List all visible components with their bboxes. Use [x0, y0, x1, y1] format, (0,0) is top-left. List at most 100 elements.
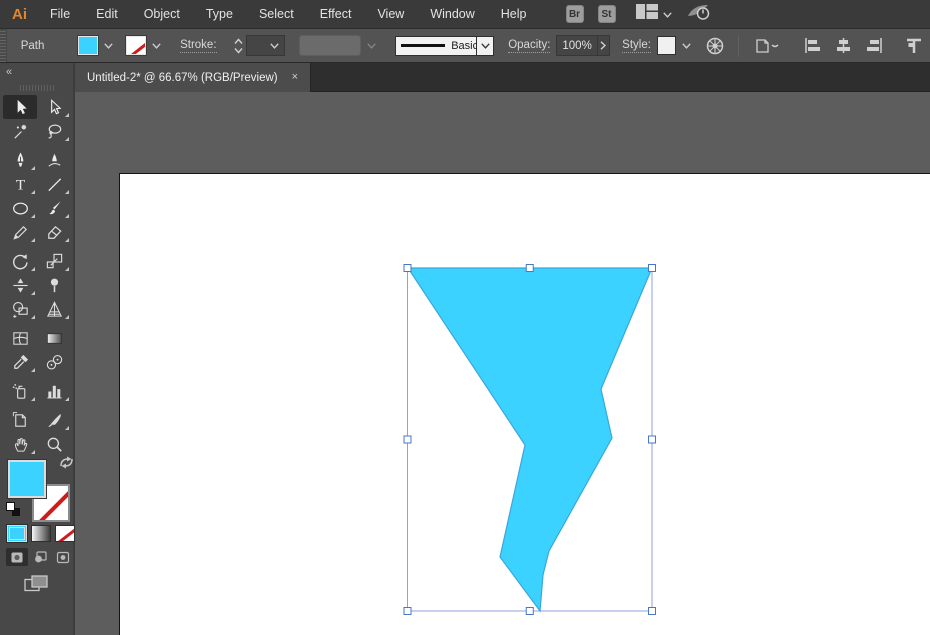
- selection-handle-n[interactable]: [525, 264, 534, 272]
- illustrator-logo: Ai: [12, 5, 27, 23]
- stroke-weight-stepper[interactable]: [233, 37, 244, 55]
- align-left-icon[interactable]: [797, 37, 828, 54]
- direct-selection-tool[interactable]: [37, 95, 71, 119]
- stroke-color-swatch[interactable]: [125, 35, 148, 56]
- shape-builder-tool[interactable]: [3, 297, 37, 321]
- line-segment-tool[interactable]: [37, 172, 71, 196]
- workspace-switcher[interactable]: [635, 4, 672, 24]
- menu-item-edit[interactable]: Edit: [83, 0, 131, 28]
- fill-color-swatch[interactable]: [77, 35, 100, 56]
- gpu-performance-icon[interactable]: [686, 2, 712, 26]
- gradient-button[interactable]: [31, 525, 51, 542]
- eraser-tool[interactable]: [37, 220, 71, 244]
- chevron-down-icon: [662, 5, 672, 23]
- collapse-panel-icon[interactable]: «: [6, 66, 12, 78]
- bridge-button[interactable]: Br: [565, 5, 584, 23]
- recolor-artwork-icon[interactable]: [698, 36, 732, 56]
- scale-tool[interactable]: [37, 249, 71, 273]
- opacity-panel-link[interactable]: Opacity:: [508, 39, 551, 53]
- pen-tool[interactable]: [3, 148, 37, 172]
- chevron-down-icon[interactable]: [477, 35, 495, 56]
- menubar-right-icons: Br St: [565, 2, 712, 26]
- gradient-tool[interactable]: [37, 326, 71, 350]
- stroke-panel-link[interactable]: Stroke:: [180, 39, 217, 53]
- paintbrush-tool[interactable]: [37, 196, 71, 220]
- artboard-tool[interactable]: [3, 408, 37, 432]
- illustrator-window: Ai File Edit Object Type Select Effect View Win…: [0, 0, 930, 635]
- selection-type-label: Path: [20, 39, 45, 52]
- width-profile-dropdown: [299, 35, 362, 56]
- draw-inside-button[interactable]: [52, 548, 74, 566]
- fill-chevron-icon[interactable]: [101, 41, 116, 51]
- draw-normal-button[interactable]: [6, 548, 28, 566]
- tab-close-icon[interactable]: ×: [292, 72, 298, 83]
- selection-handle-w[interactable]: [403, 435, 412, 444]
- menu-item-file[interactable]: File: [37, 0, 83, 28]
- selection-tool[interactable]: [3, 95, 37, 119]
- color-button[interactable]: [7, 525, 27, 542]
- draw-behind-button[interactable]: [29, 548, 51, 566]
- curvature-tool[interactable]: [37, 148, 71, 172]
- selection-handle-s[interactable]: [525, 607, 534, 615]
- zoom-tool[interactable]: [37, 432, 71, 456]
- canvas-area[interactable]: [75, 92, 930, 635]
- style-panel-link[interactable]: Style:: [622, 39, 651, 53]
- opacity-expand-button[interactable]: [597, 35, 611, 56]
- selection-handle-nw[interactable]: [403, 264, 412, 272]
- perspective-grid-tool[interactable]: [37, 297, 71, 321]
- opacity-input[interactable]: 100%: [556, 35, 598, 56]
- screen-mode-icon[interactable]: [24, 575, 48, 597]
- eyedropper-tool[interactable]: [3, 350, 37, 374]
- tool-group: [3, 408, 73, 456]
- stock-button[interactable]: St: [597, 5, 616, 23]
- menu-item-view[interactable]: View: [364, 0, 417, 28]
- swap-fill-stroke-icon[interactable]: [59, 456, 74, 474]
- document-setup-icon[interactable]: [745, 36, 789, 56]
- type-tool[interactable]: T: [3, 172, 37, 196]
- blend-tool[interactable]: [37, 350, 71, 374]
- transform-panel-icon[interactable]: [898, 37, 930, 55]
- magic-wand-tool[interactable]: [3, 119, 37, 143]
- menu-item-object[interactable]: Object: [131, 0, 193, 28]
- ellipse-tool[interactable]: [3, 196, 37, 220]
- style-chevron-icon[interactable]: [679, 41, 694, 51]
- selected-shape[interactable]: [406, 267, 653, 613]
- puppet-warp-tool[interactable]: [37, 273, 71, 297]
- menu-item-help[interactable]: Help: [488, 0, 540, 28]
- svg-text:T: T: [15, 176, 25, 193]
- align-right-icon[interactable]: [859, 37, 890, 54]
- panel-grip[interactable]: [20, 85, 56, 91]
- pencil-tool[interactable]: [3, 220, 37, 244]
- selection-handle-ne[interactable]: [648, 264, 656, 272]
- hand-tool[interactable]: [3, 432, 37, 456]
- menu-item-effect[interactable]: Effect: [307, 0, 365, 28]
- mesh-tool[interactable]: [3, 326, 37, 350]
- menu-item-type[interactable]: Type: [193, 0, 246, 28]
- tool-group: [3, 95, 73, 143]
- align-center-icon[interactable]: [828, 37, 859, 54]
- lasso-tool[interactable]: [37, 119, 71, 143]
- tool-group: [3, 249, 73, 321]
- panel-grip[interactable]: [0, 29, 7, 62]
- slice-tool[interactable]: [37, 408, 71, 432]
- stroke-weight-dropdown[interactable]: [245, 35, 286, 56]
- menu-item-window[interactable]: Window: [417, 0, 487, 28]
- brush-definition-dropdown[interactable]: Basic: [395, 35, 495, 56]
- default-fill-stroke-icon[interactable]: [6, 502, 20, 516]
- none-button[interactable]: [55, 525, 75, 542]
- selection-handle-sw[interactable]: [403, 607, 412, 615]
- selection-handle-se[interactable]: [648, 607, 656, 615]
- symbol-sprayer-tool[interactable]: [3, 379, 37, 403]
- color-type-row: [7, 525, 75, 542]
- document-tab[interactable]: Untitled-2* @ 66.67% (RGB/Preview) ×: [75, 63, 312, 92]
- column-graph-tool[interactable]: [37, 379, 71, 403]
- menu-item-select[interactable]: Select: [246, 0, 307, 28]
- rotate-tool[interactable]: [3, 249, 37, 273]
- fill-proxy-swatch[interactable]: [7, 459, 47, 499]
- chevron-down-icon: [364, 41, 379, 51]
- width-tool[interactable]: [3, 273, 37, 297]
- selection-handle-e[interactable]: [648, 435, 656, 444]
- graphic-style-swatch[interactable]: [656, 36, 676, 55]
- stroke-chevron-icon[interactable]: [149, 41, 164, 51]
- tools-panel: « T: [0, 63, 75, 635]
